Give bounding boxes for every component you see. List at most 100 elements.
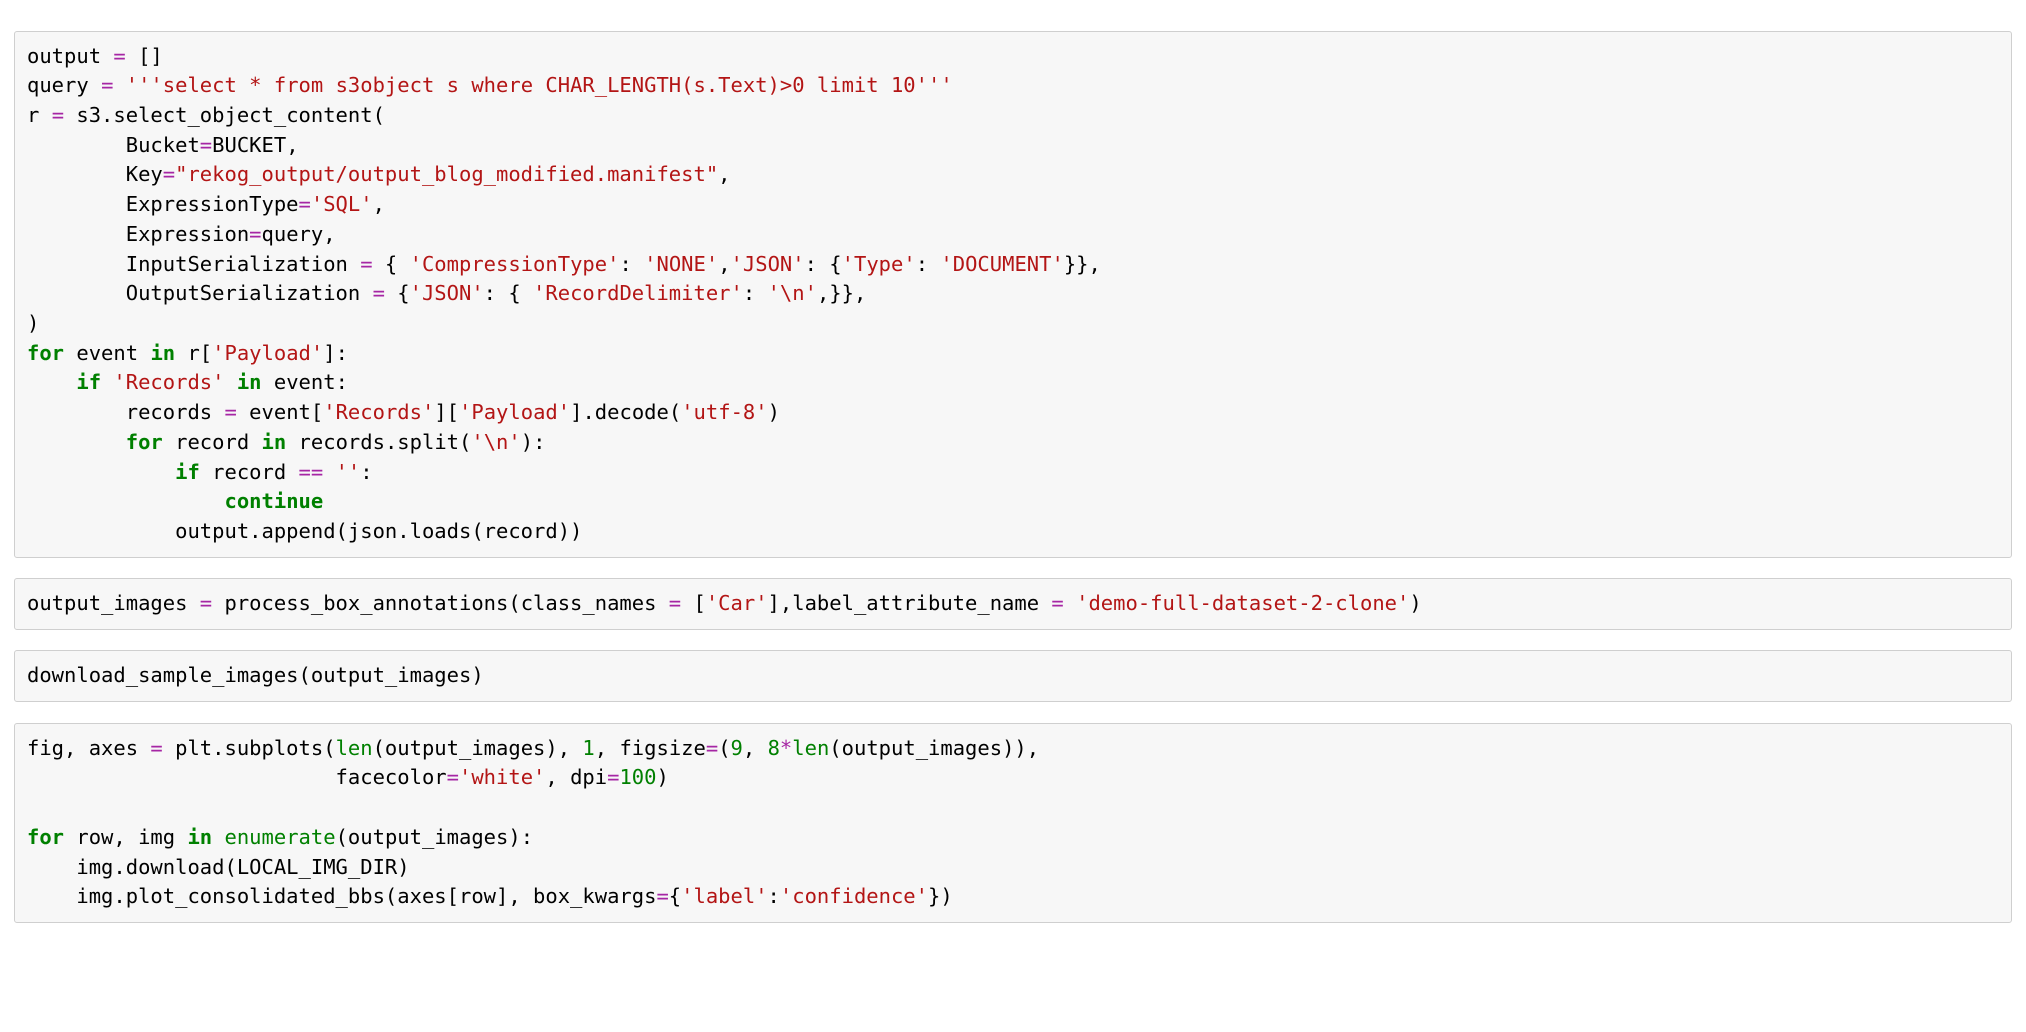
code-token: (output_images), [373, 736, 583, 760]
code-token: record [200, 460, 299, 484]
code-token: ExpressionType [27, 192, 299, 216]
code-token: : [743, 281, 768, 305]
code-token: 'DOCUMENT' [940, 252, 1063, 276]
code-token: len [336, 736, 373, 760]
code-token: ]: [323, 341, 348, 365]
code-token: "rekog_output/output_blog_modified.manif… [175, 162, 718, 186]
code-token: r[ [175, 341, 212, 365]
code-token: img.plot_consolidated_bbs(axes[row], box… [27, 884, 656, 908]
code-token: in [150, 341, 175, 365]
code-token [1064, 591, 1076, 615]
code-token: output [27, 44, 113, 68]
code-token: , dpi [545, 765, 607, 789]
code-token: InputSerialization [27, 252, 360, 276]
code-token: in [262, 430, 287, 454]
code-token: Expression [27, 222, 249, 246]
code-token: Bucket [27, 133, 200, 157]
code-token [113, 73, 125, 97]
code-token: 'Records' [113, 370, 224, 394]
code-token: '''select * from s3object s where CHAR_L… [126, 73, 953, 97]
code-token: r [27, 103, 52, 127]
code-token: * [780, 736, 792, 760]
code-token: for [27, 825, 64, 849]
code-token: event[ [237, 400, 323, 424]
code-cell-3[interactable]: download_sample_images(output_images) [14, 650, 2012, 702]
code-token: records.split( [286, 430, 471, 454]
code-token: : { [805, 252, 842, 276]
code-token: (output_images)), [829, 736, 1039, 760]
code-token: output_images [27, 591, 200, 615]
code-token: : [619, 252, 644, 276]
code-token: = [669, 591, 681, 615]
code-cell-4[interactable]: fig, axes = plt.subplots(len(output_imag… [14, 723, 2012, 923]
code-token: == [299, 460, 324, 484]
code-token: (output_images): [336, 825, 533, 849]
code-token: OutputSerialization [27, 281, 373, 305]
code-token: [ [681, 591, 706, 615]
code-token: ) [768, 400, 780, 424]
code-token: for [27, 341, 64, 365]
code-token: event: [262, 370, 348, 394]
code-token: = [200, 591, 212, 615]
code-token [101, 370, 113, 394]
code-token: 'CompressionType' [410, 252, 620, 276]
code-token: s3.select_object_content( [64, 103, 385, 127]
code-token: [] [126, 44, 163, 68]
code-token: 'utf-8' [681, 400, 767, 424]
code-token: 'SQL' [311, 192, 373, 216]
code-token: plt.subplots( [163, 736, 336, 760]
code-token: = [706, 736, 718, 760]
code-cell-2[interactable]: output_images = process_box_annotations(… [14, 578, 2012, 630]
code-token [27, 489, 224, 513]
code-token: = [656, 884, 668, 908]
code-token: : { [484, 281, 533, 305]
code-token: = [447, 765, 459, 789]
code-token: fig, axes [27, 736, 150, 760]
code-token: : [916, 252, 941, 276]
code-token: = [150, 736, 162, 760]
code-token: { [385, 281, 410, 305]
code-token [323, 460, 335, 484]
code-token [225, 370, 237, 394]
code-token: = [373, 281, 385, 305]
code-token: 9 [731, 736, 743, 760]
code-token: img.download(LOCAL_IMG_DIR) [27, 855, 410, 879]
code-token: len [792, 736, 829, 760]
code-token: 1 [582, 736, 594, 760]
code-token: ) [656, 765, 668, 789]
code-token: if [175, 460, 200, 484]
code-token: : [360, 460, 372, 484]
code-token: query [27, 73, 101, 97]
code-token: enumerate [224, 825, 335, 849]
code-token [212, 825, 224, 849]
code-token: output.append(json.loads(record)) [27, 519, 582, 543]
code-token: 'NONE' [644, 252, 718, 276]
code-token: 'Payload' [459, 400, 570, 424]
code-token: if [76, 370, 101, 394]
code-token: row, img [64, 825, 187, 849]
code-token: = [224, 400, 236, 424]
code-token: , [718, 252, 730, 276]
code-token: 'Car' [706, 591, 768, 615]
code-token: '\n' [768, 281, 817, 305]
code-token: , [743, 736, 768, 760]
code-token: for [126, 430, 163, 454]
code-token: ( [718, 736, 730, 760]
code-token: process_box_annotations(class_names [212, 591, 669, 615]
code-token: in [187, 825, 212, 849]
code-token: = [113, 44, 125, 68]
code-cell-1[interactable]: output = [] query = '''select * from s3o… [14, 31, 2012, 558]
code-token: 'Type' [842, 252, 916, 276]
code-token: 'RecordDelimiter' [533, 281, 743, 305]
code-token: facecolor [27, 765, 447, 789]
code-token: = [52, 103, 64, 127]
code-token: , figsize [595, 736, 706, 760]
code-token: 'JSON' [410, 281, 484, 305]
code-token: }) [928, 884, 953, 908]
code-token: 'demo-full-dataset-2-clone' [1076, 591, 1409, 615]
code-token: 8 [768, 736, 780, 760]
code-token: ].decode( [570, 400, 681, 424]
code-token: ,}}, [817, 281, 866, 305]
code-token: = [360, 252, 372, 276]
code-token: , [373, 192, 385, 216]
